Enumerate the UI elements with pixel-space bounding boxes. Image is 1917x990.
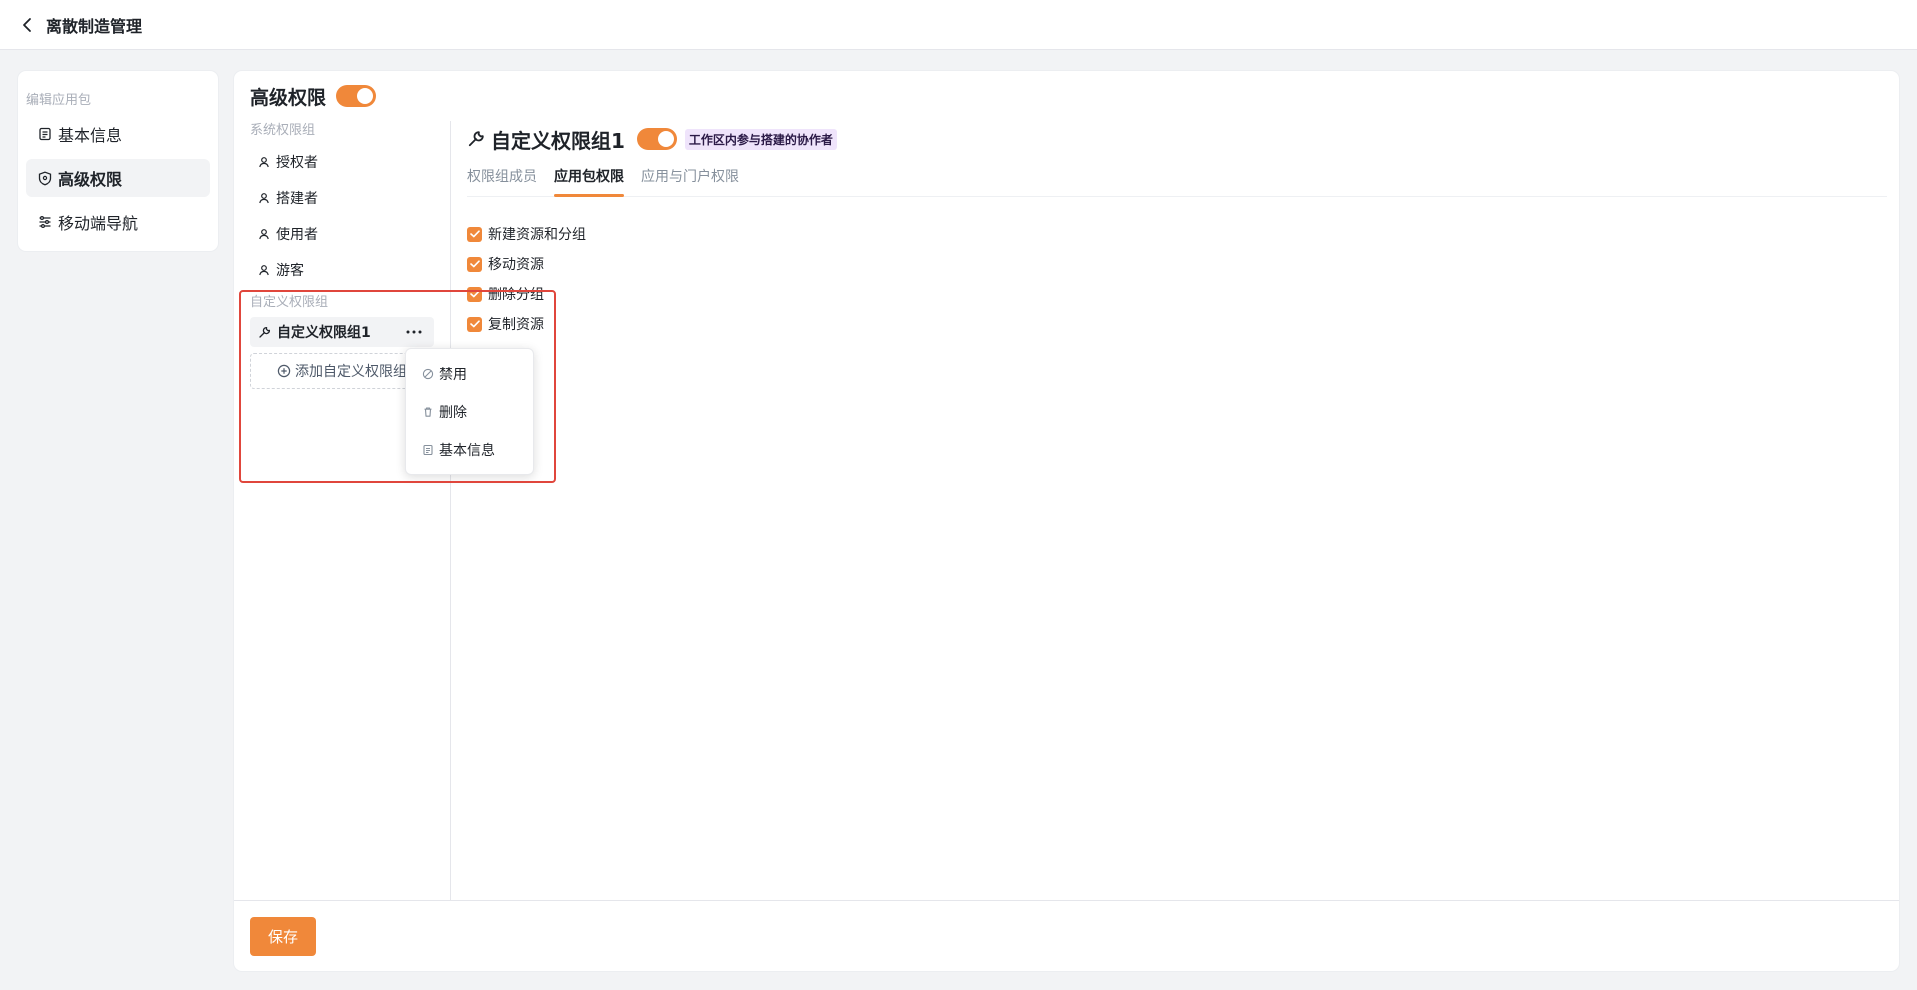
wrench-icon — [259, 326, 271, 338]
group-item-custom-1[interactable]: 自定义权限组1 — [250, 317, 434, 347]
check-icon — [469, 290, 480, 298]
sidebar-item-mobile-nav[interactable]: 移动端导航 — [26, 203, 210, 241]
permission-label: 删除分组 — [488, 287, 544, 303]
menu-item-label: 禁用 — [439, 367, 467, 383]
user-icon — [259, 229, 269, 240]
group-item-label: 授权者 — [276, 155, 318, 171]
user-icon — [259, 157, 269, 168]
permission-row: 删除分组 — [467, 279, 1887, 309]
custom-groups-label: 自定义权限组 — [250, 295, 329, 310]
main-panel: 高级权限 系统权限组 授权者 搭建者 使用者 游客 自定义权限组 自定义权限组1 — [234, 71, 1899, 971]
check-icon — [469, 230, 480, 238]
sidebar-item-basic-info[interactable]: 基本信息 — [26, 115, 210, 153]
toggle-knob — [657, 131, 674, 147]
user-icon — [259, 193, 269, 204]
document-icon — [39, 127, 51, 141]
group-detail-header: 自定义权限组1 工作区内参与搭建的协作者 — [467, 123, 1887, 155]
tab-app-package-permissions[interactable]: 应用包权限 — [554, 163, 624, 197]
group-detail-title: 自定义权限组1 — [491, 128, 625, 153]
permission-row: 复制资源 — [467, 309, 1887, 339]
app-title: 离散制造管理 — [46, 16, 143, 36]
group-scope-tag: 工作区内参与搭建的协作者 — [684, 128, 837, 150]
group-enable-toggle[interactable] — [636, 128, 677, 150]
sidebar-item-label: 移动端导航 — [58, 214, 139, 233]
group-item-label: 搭建者 — [276, 191, 318, 207]
chevron-left-icon[interactable] — [22, 16, 36, 34]
ellipsis-icon — [406, 330, 422, 334]
shield-icon — [38, 171, 52, 185]
tab-app-portal-permissions[interactable]: 应用与门户权限 — [641, 163, 739, 197]
save-button[interactable]: 保存 — [250, 917, 316, 956]
group-item-guest[interactable]: 游客 — [250, 255, 434, 285]
plus-circle-icon — [277, 364, 291, 378]
sidebar-item-advanced-permissions[interactable]: 高级权限 — [26, 159, 210, 197]
menu-item-delete[interactable]: 删除 — [406, 393, 533, 431]
group-item-builder[interactable]: 搭建者 — [250, 183, 434, 213]
sidebar-item-label: 基本信息 — [58, 126, 123, 145]
footer-bar: 保存 — [234, 900, 1899, 971]
page-title: 高级权限 — [250, 86, 327, 109]
menu-item-label: 删除 — [439, 405, 467, 421]
sidebar-section-label: 编辑应用包 — [26, 93, 92, 108]
permission-label: 移动资源 — [488, 257, 544, 273]
group-detail-tabs: 权限组成员 应用包权限 应用与门户权限 — [467, 163, 1887, 197]
add-custom-group-label: 添加自定义权限组 — [295, 364, 407, 380]
top-bar: 离散制造管理 — [0, 0, 1917, 50]
sliders-icon — [39, 216, 51, 229]
permission-row: 新建资源和分组 — [467, 219, 1887, 249]
group-item-authorizer[interactable]: 授权者 — [250, 147, 434, 177]
permission-row: 移动资源 — [467, 249, 1887, 279]
permission-list: 新建资源和分组 移动资源 删除分组 复制资源 — [467, 219, 1887, 339]
group-item-user[interactable]: 使用者 — [250, 219, 434, 249]
group-context-menu: 禁用 删除 基本信息 — [405, 348, 534, 475]
menu-item-label: 基本信息 — [439, 443, 495, 459]
ban-icon — [422, 368, 434, 380]
advanced-permissions-toggle[interactable] — [336, 85, 377, 107]
check-icon — [469, 260, 480, 268]
menu-item-basic-info[interactable]: 基本信息 — [406, 431, 533, 469]
permission-label: 复制资源 — [488, 317, 544, 333]
group-item-label: 自定义权限组1 — [277, 325, 371, 341]
wrench-icon — [468, 131, 484, 147]
group-item-label: 使用者 — [276, 227, 318, 243]
trash-icon — [424, 407, 432, 417]
permission-checkbox[interactable] — [467, 256, 482, 272]
toggle-knob — [357, 88, 374, 104]
check-icon — [469, 320, 480, 328]
menu-item-disable[interactable]: 禁用 — [406, 355, 533, 393]
more-options-button[interactable] — [406, 321, 428, 343]
settings-sidebar: 编辑应用包 基本信息 高级权限 移动端导航 — [18, 71, 218, 251]
tab-members[interactable]: 权限组成员 — [467, 163, 537, 197]
group-item-label: 游客 — [276, 263, 304, 279]
permission-label: 新建资源和分组 — [488, 227, 586, 243]
permission-checkbox[interactable] — [467, 226, 482, 242]
document-icon — [423, 444, 433, 456]
permission-checkbox[interactable] — [467, 316, 482, 332]
main-header: 高级权限 — [250, 81, 377, 111]
system-groups-label: 系统权限组 — [250, 123, 316, 138]
permission-checkbox[interactable] — [467, 286, 482, 302]
permission-group-list: 系统权限组 授权者 搭建者 使用者 游客 自定义权限组 自定义权限组1 添加自定… — [234, 121, 451, 901]
group-detail: 自定义权限组1 工作区内参与搭建的协作者 权限组成员 应用包权限 应用与门户权限… — [467, 121, 1887, 339]
sidebar-item-label: 高级权限 — [58, 170, 123, 189]
user-icon — [259, 265, 269, 276]
